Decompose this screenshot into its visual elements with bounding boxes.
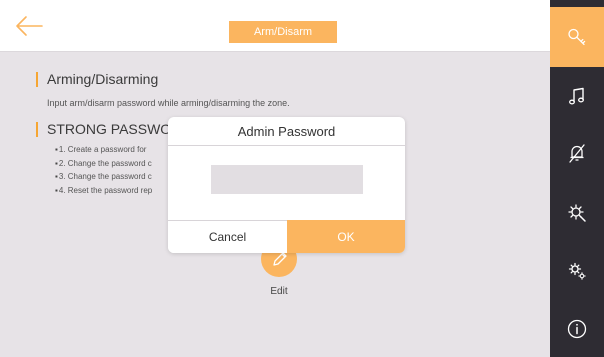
sidebar-item-advanced[interactable] — [550, 183, 604, 243]
list-item: 4. Reset the password rep — [55, 184, 152, 198]
dialog-title: Admin Password — [168, 117, 405, 146]
key-icon — [568, 28, 586, 46]
sidebar — [550, 0, 604, 357]
admin-password-input[interactable] — [211, 165, 363, 194]
page-title: Arm/Disarm — [229, 21, 337, 43]
sidebar-item-alarm[interactable] — [550, 123, 604, 183]
cancel-button[interactable]: Cancel — [168, 221, 287, 253]
music-note-icon — [569, 87, 584, 105]
ok-button[interactable]: OK — [287, 220, 405, 253]
password-tips-list: 1. Create a password for 2. Change the p… — [55, 143, 152, 197]
sidebar-item-info[interactable] — [550, 299, 604, 357]
arming-description: Input arm/disarm password while arming/d… — [47, 98, 290, 108]
sidebar-item-arm-disarm[interactable] — [550, 7, 604, 67]
list-item: 1. Create a password for — [55, 143, 152, 157]
header: Arm/Disarm — [0, 0, 550, 52]
sidebar-item-sound[interactable] — [550, 66, 604, 126]
gears-icon — [568, 262, 586, 280]
section-heading-arming: Arming/Disarming — [36, 71, 158, 87]
list-item: 2. Change the password c — [55, 157, 152, 171]
settings-search-icon — [568, 204, 586, 222]
info-icon — [567, 319, 587, 339]
back-arrow-icon[interactable] — [14, 14, 44, 38]
admin-password-dialog: Admin Password Cancel OK — [168, 117, 405, 253]
sidebar-item-settings[interactable] — [550, 241, 604, 301]
list-item: 3. Change the password c — [55, 170, 152, 184]
dialog-actions: Cancel OK — [168, 220, 405, 253]
alarm-bell-off-icon — [569, 144, 585, 163]
edit-label: Edit — [270, 286, 288, 297]
